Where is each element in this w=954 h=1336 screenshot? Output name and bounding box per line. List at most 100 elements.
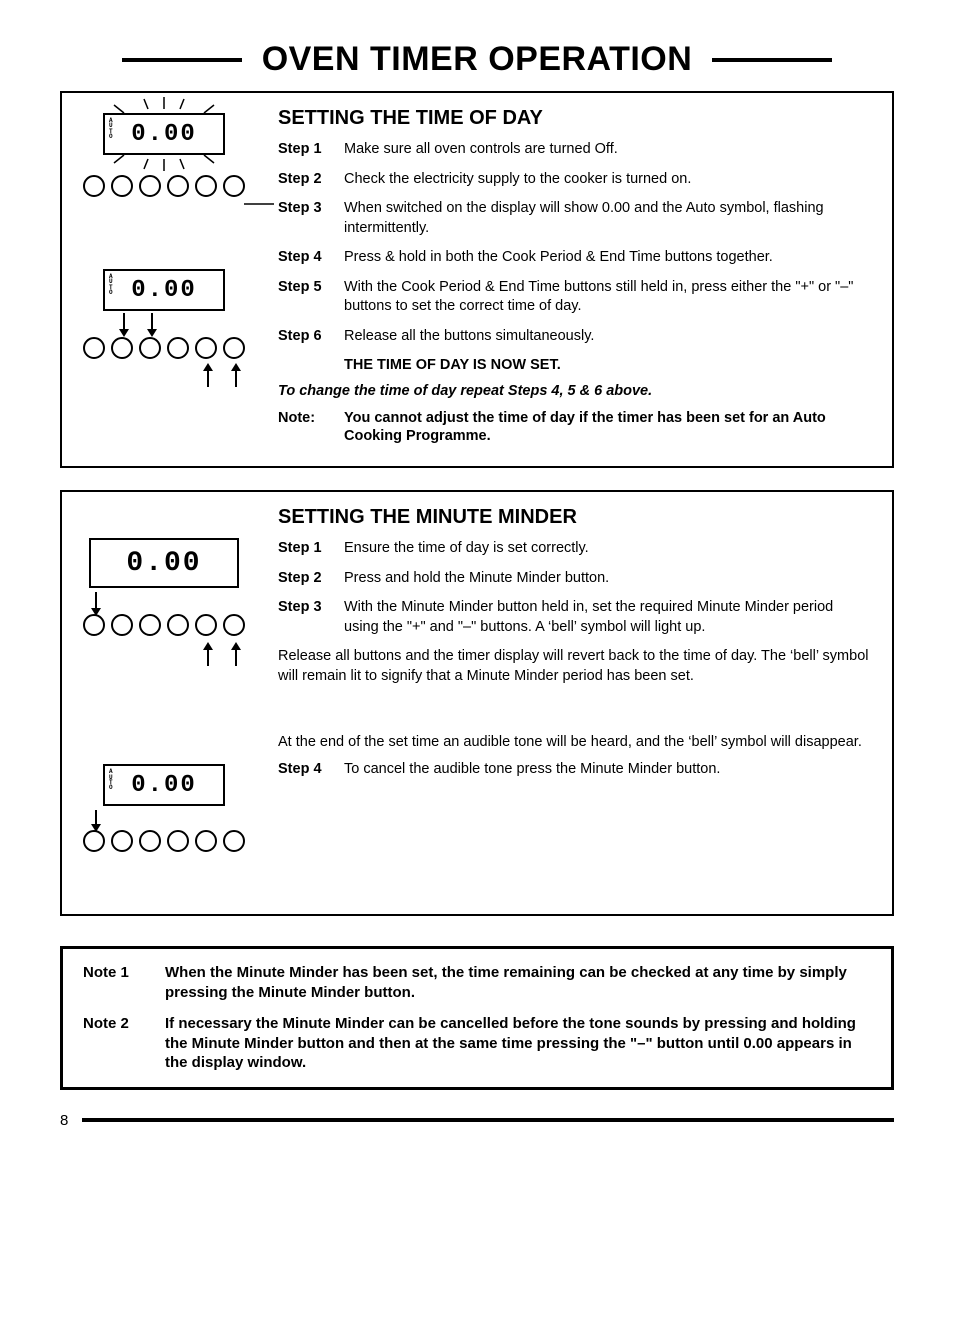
- note-row: Note 2 If necessary the Minute Minder ca…: [83, 1014, 871, 1073]
- step-row: Step 2 Press and hold the Minute Minder …: [278, 569, 870, 589]
- note-row: Note 1 When the Minute Minder has been s…: [83, 963, 871, 1002]
- section-heading: SETTING THE MINUTE MINDER: [278, 506, 870, 529]
- page-number: 8: [60, 1112, 68, 1129]
- minute-minder-button[interactable]: [83, 830, 105, 852]
- step-label: Step 2: [278, 569, 344, 589]
- end-time-button[interactable]: [139, 337, 161, 359]
- content-column-2: SETTING THE MINUTE MINDER Step 1 Ensure …: [278, 506, 870, 894]
- auto-indicator: A U T O: [109, 769, 113, 791]
- step-label: Step 3: [278, 598, 344, 637]
- step-label: Step 6: [278, 327, 344, 347]
- title-rule-right: [712, 58, 832, 62]
- diagram-set-time: A U T O 0.00: [74, 269, 254, 419]
- timer-button[interactable]: [223, 830, 245, 852]
- step-row: Step 3 With the Minute Minder button hel…: [278, 598, 870, 637]
- button-row: [74, 830, 254, 852]
- button-row: [74, 175, 254, 197]
- section-time-of-day: A U T O 0.00: [60, 91, 894, 468]
- timer-button[interactable]: [167, 830, 189, 852]
- minus-button[interactable]: [195, 614, 217, 636]
- step-row: Step 1 Ensure the time of day is set cor…: [278, 539, 870, 559]
- timer-button[interactable]: [111, 175, 133, 197]
- timer-button[interactable]: [83, 337, 105, 359]
- note-text: You cannot adjust the time of day if the…: [344, 409, 870, 447]
- step-text: With the Minute Minder button held in, s…: [344, 598, 870, 637]
- step-label: Step 4: [278, 760, 344, 780]
- diagram-minute-minder-set: 0.00: [74, 538, 254, 698]
- step-row: Step 6 Release all the buttons simultane…: [278, 327, 870, 347]
- release-paragraph: Release all buttons and the timer displa…: [278, 647, 870, 686]
- note-text: When the Minute Minder has been set, the…: [165, 963, 871, 1002]
- note-label: Note:: [278, 409, 344, 447]
- timer-button[interactable]: [111, 830, 133, 852]
- step-text: Make sure all oven controls are turned O…: [344, 140, 870, 160]
- page-title: OVEN TIMER OPERATION: [262, 40, 693, 79]
- timer-button[interactable]: [195, 175, 217, 197]
- step-row: Step 3 When switched on the display will…: [278, 199, 870, 238]
- timer-display: A U T O 0.00: [103, 113, 225, 155]
- step-text: Press & hold in both the Cook Period & E…: [344, 248, 870, 268]
- display-value: 0.00: [131, 277, 197, 304]
- section-minute-minder: 0.00: [60, 490, 894, 916]
- note-text: If necessary the Minute Minder can be ca…: [165, 1014, 871, 1073]
- change-instruction: To change the time of day repeat Steps 4…: [278, 383, 870, 399]
- timer-display: 0.00: [89, 538, 239, 588]
- display-value: 0.00: [131, 121, 197, 148]
- minus-button[interactable]: [195, 337, 217, 359]
- content-column-1: SETTING THE TIME OF DAY Step 1 Make sure…: [278, 107, 870, 446]
- auto-indicator: A U T O: [109, 274, 113, 296]
- plus-button[interactable]: [223, 614, 245, 636]
- timer-button[interactable]: [139, 175, 161, 197]
- timer-button[interactable]: [167, 337, 189, 359]
- page-footer: 8: [60, 1112, 894, 1129]
- display-value: 0.00: [126, 548, 201, 579]
- notes-box: Note 1 When the Minute Minder has been s…: [60, 946, 894, 1090]
- step-label: Step 5: [278, 278, 344, 317]
- step-label: Step 2: [278, 170, 344, 190]
- timer-button[interactable]: [139, 614, 161, 636]
- timer-button[interactable]: [167, 175, 189, 197]
- timer-button[interactable]: [111, 614, 133, 636]
- end-paragraph: At the end of the set time an audible to…: [278, 733, 870, 753]
- step-row: Step 4 Press & hold in both the Cook Per…: [278, 248, 870, 268]
- timer-button[interactable]: [223, 175, 245, 197]
- title-rule-left: [122, 58, 242, 62]
- note-row: Note: You cannot adjust the time of day …: [278, 409, 870, 447]
- cook-period-button[interactable]: [111, 337, 133, 359]
- leader-line-icon: [244, 203, 274, 205]
- footer-rule: [82, 1118, 894, 1122]
- button-row: [74, 337, 254, 359]
- step-text: To cancel the audible tone press the Min…: [344, 760, 870, 780]
- timer-button[interactable]: [195, 830, 217, 852]
- diagram-minute-minder-cancel: A U T O 0.00: [74, 764, 254, 894]
- auto-indicator: A U T O: [109, 118, 113, 140]
- button-row: [74, 614, 254, 636]
- step-label: Step 4: [278, 248, 344, 268]
- step-label: Step 3: [278, 199, 344, 238]
- timer-button[interactable]: [83, 175, 105, 197]
- step-row: Step 2 Check the electricity supply to t…: [278, 170, 870, 190]
- minute-minder-button[interactable]: [83, 614, 105, 636]
- page-title-row: OVEN TIMER OPERATION: [60, 40, 894, 79]
- note-label: Note 1: [83, 963, 149, 1002]
- step-text: When switched on the display will show 0…: [344, 199, 870, 238]
- confirmation-text: THE TIME OF DAY IS NOW SET.: [344, 357, 870, 373]
- step-label: Step 1: [278, 539, 344, 559]
- step-row: Step 5 With the Cook Period & End Time b…: [278, 278, 870, 317]
- diagram-flashing-display: A U T O 0.00: [74, 113, 254, 233]
- step-text: Press and hold the Minute Minder button.: [344, 569, 870, 589]
- step-row: Step 1 Make sure all oven controls are t…: [278, 140, 870, 160]
- step-text: Release all the buttons simultaneously.: [344, 327, 870, 347]
- step-row: Step 4 To cancel the audible tone press …: [278, 760, 870, 780]
- diagram-column-2: 0.00: [74, 506, 264, 894]
- timer-display: A U T O 0.00: [103, 269, 225, 311]
- timer-button[interactable]: [167, 614, 189, 636]
- step-text: With the Cook Period & End Time buttons …: [344, 278, 870, 317]
- plus-button[interactable]: [223, 337, 245, 359]
- display-value: 0.00: [131, 772, 197, 799]
- timer-button[interactable]: [139, 830, 161, 852]
- step-label: Step 1: [278, 140, 344, 160]
- step-text: Ensure the time of day is set correctly.: [344, 539, 870, 559]
- step-text: Check the electricity supply to the cook…: [344, 170, 870, 190]
- note-label: Note 2: [83, 1014, 149, 1073]
